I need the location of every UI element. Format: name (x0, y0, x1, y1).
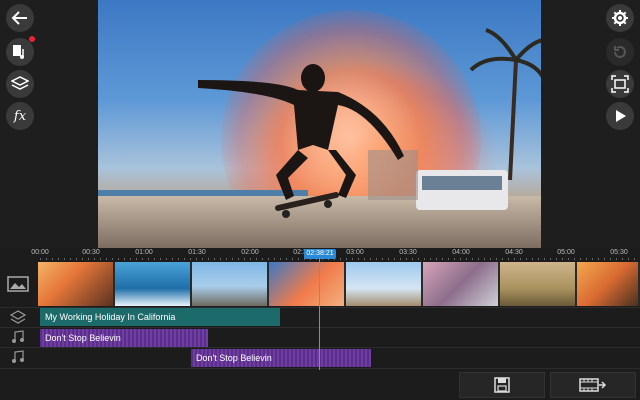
music-track-icon-2 (0, 348, 36, 366)
video-clip-street-jumper[interactable] (346, 262, 421, 306)
text-clip[interactable]: My Working Holiday In California (40, 308, 280, 326)
produce-video-icon (579, 378, 607, 392)
tick-label: 00:30 (82, 249, 100, 256)
video-clip-surfer[interactable] (115, 262, 190, 306)
video-track[interactable] (38, 262, 640, 306)
play-button[interactable] (606, 102, 634, 130)
video-clip-blurred-crowd[interactable] (423, 262, 498, 306)
playhead-time[interactable]: 02:38:21 (304, 249, 336, 259)
back-icon (11, 11, 27, 25)
layers-icon (11, 76, 29, 90)
video-clip-cyclist[interactable] (500, 262, 575, 306)
effects-button[interactable]: fx (6, 102, 34, 130)
video-preview[interactable] (98, 0, 541, 248)
save-project-button[interactable] (459, 372, 545, 398)
playhead[interactable] (319, 258, 320, 370)
save-icon (494, 377, 510, 393)
back-button[interactable] (6, 4, 34, 32)
audio-clip-2[interactable]: Don't Stop Believin (191, 349, 371, 367)
fx-icon: fx (13, 108, 27, 124)
media-music-icon (13, 45, 24, 59)
tick-label: 05:30 (610, 249, 628, 256)
fullscreen-button[interactable] (606, 70, 634, 98)
produce-video-button[interactable] (550, 372, 636, 398)
video-track-icon (0, 272, 36, 296)
video-clip-sunset-jump[interactable] (38, 262, 113, 306)
tick-label: 04:00 (452, 249, 470, 256)
tick-label: 03:30 (399, 249, 417, 256)
tick-marks (40, 258, 640, 260)
media-library-button[interactable] (6, 38, 34, 66)
fullscreen-icon (611, 75, 629, 93)
video-clip-skateboarder[interactable] (269, 262, 344, 306)
tick-label: 00:00 (31, 249, 49, 256)
text-track-icon (0, 308, 36, 326)
video-clip-bmx-rider[interactable] (192, 262, 267, 306)
tick-label: 04:30 (505, 249, 523, 256)
track-separator (0, 347, 640, 348)
tick-label: 02:00 (241, 249, 259, 256)
tick-label: 01:00 (135, 249, 153, 256)
notification-badge (29, 36, 35, 42)
tick-label: 03:00 (346, 249, 364, 256)
track-separator (0, 327, 640, 328)
settings-button[interactable] (606, 4, 634, 32)
audio-clip-1[interactable]: Don't Stop Believin (40, 329, 208, 347)
skateboarder-silhouette (198, 28, 541, 218)
video-clip-beach-jump[interactable] (577, 262, 638, 306)
music-track-icon-1 (0, 328, 36, 346)
layers-button[interactable] (6, 70, 34, 98)
gear-icon (612, 10, 628, 26)
undo-icon (614, 46, 626, 58)
tick-label: 05:00 (557, 249, 575, 256)
track-separator (0, 368, 640, 369)
tick-label: 01:30 (188, 249, 206, 256)
undo-button[interactable] (606, 38, 634, 66)
play-icon (616, 110, 626, 122)
